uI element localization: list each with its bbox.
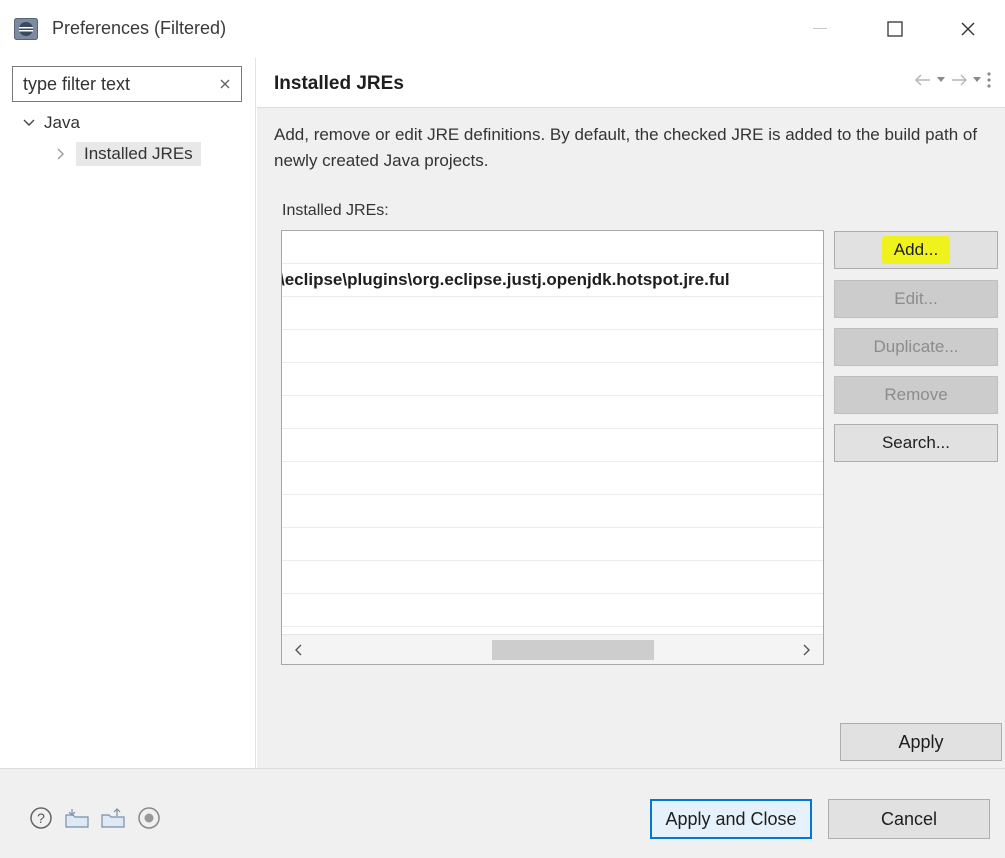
edit-button[interactable]: Edit... [834,280,998,318]
minimize-icon[interactable] [800,14,840,44]
chevron-down-icon[interactable] [20,119,38,127]
add-button-label: Add... [881,236,951,264]
chevron-right-icon[interactable] [52,148,70,160]
window-title: Preferences (Filtered) [52,18,227,38]
page-description: Add, remove or edit JRE definitions. By … [274,125,978,170]
tree-item-label: Java [44,113,80,132]
table-row[interactable]: \eclipse\plugins\org.eclipse.justj.openj… [282,264,823,297]
table-row[interactable] [282,396,823,429]
back-menu-icon[interactable] [937,77,945,83]
apply-button[interactable]: Apply [840,723,1002,761]
page-title: Installed JREs [274,73,404,94]
table-row[interactable] [282,528,823,561]
dialog-footer: ? Apply and Close Cancel [0,768,1005,858]
add-button[interactable]: Add... [834,231,998,269]
tree-item-java[interactable]: Java [20,110,80,136]
cancel-button[interactable]: Cancel [828,799,990,839]
view-menu-icon[interactable] [987,72,991,88]
filter-input[interactable] [13,67,208,101]
tree-item-label: Installed JREs [76,142,201,166]
table-row[interactable] [282,429,823,462]
scroll-left-icon[interactable] [288,640,308,660]
footer-icons: ? [28,805,162,831]
table-row[interactable] [282,363,823,396]
scroll-right-icon[interactable] [797,640,817,660]
scrollbar-thumb[interactable] [492,640,654,660]
svg-text:?: ? [37,810,45,826]
remove-button[interactable]: Remove [834,376,998,414]
apply-and-close-button[interactable]: Apply and Close [650,799,812,839]
page-header: Installed JREs [257,58,1005,108]
tree-item-installed-jres[interactable]: Installed JREs [52,140,201,168]
jre-location-cell: \eclipse\plugins\org.eclipse.justj.openj… [281,270,730,289]
record-icon[interactable] [136,805,162,831]
back-icon[interactable] [915,74,931,86]
export-icon[interactable] [100,805,126,831]
horizontal-scrollbar[interactable] [282,634,823,664]
installed-jres-label: Installed JREs: [282,202,389,219]
table-row[interactable] [282,495,823,528]
table-row[interactable] [282,462,823,495]
table-row[interactable] [282,594,823,627]
table-row[interactable] [282,561,823,594]
help-icon[interactable]: ? [28,805,54,831]
forward-icon[interactable] [951,74,967,86]
maximize-icon[interactable] [875,14,915,44]
forward-menu-icon[interactable] [973,77,981,83]
preference-page: Installed JREs Add, remove or edit JRE d… [257,58,1005,768]
table-row[interactable] [282,231,823,264]
clear-icon[interactable] [215,74,235,94]
eclipse-app-icon [14,18,38,40]
import-icon[interactable] [64,805,90,831]
table-row[interactable] [282,330,823,363]
filter-box [12,66,242,102]
title-bar: Preferences (Filtered) [0,0,1005,58]
page-nav [915,72,991,88]
search-button[interactable]: Search... [834,424,998,462]
installed-jres-table[interactable]: \eclipse\plugins\org.eclipse.justj.openj… [281,230,824,665]
duplicate-button[interactable]: Duplicate... [834,328,998,366]
close-icon[interactable] [948,14,988,44]
preferences-tree-pane: Java Installed JREs [0,58,256,768]
table-row[interactable] [282,297,823,330]
